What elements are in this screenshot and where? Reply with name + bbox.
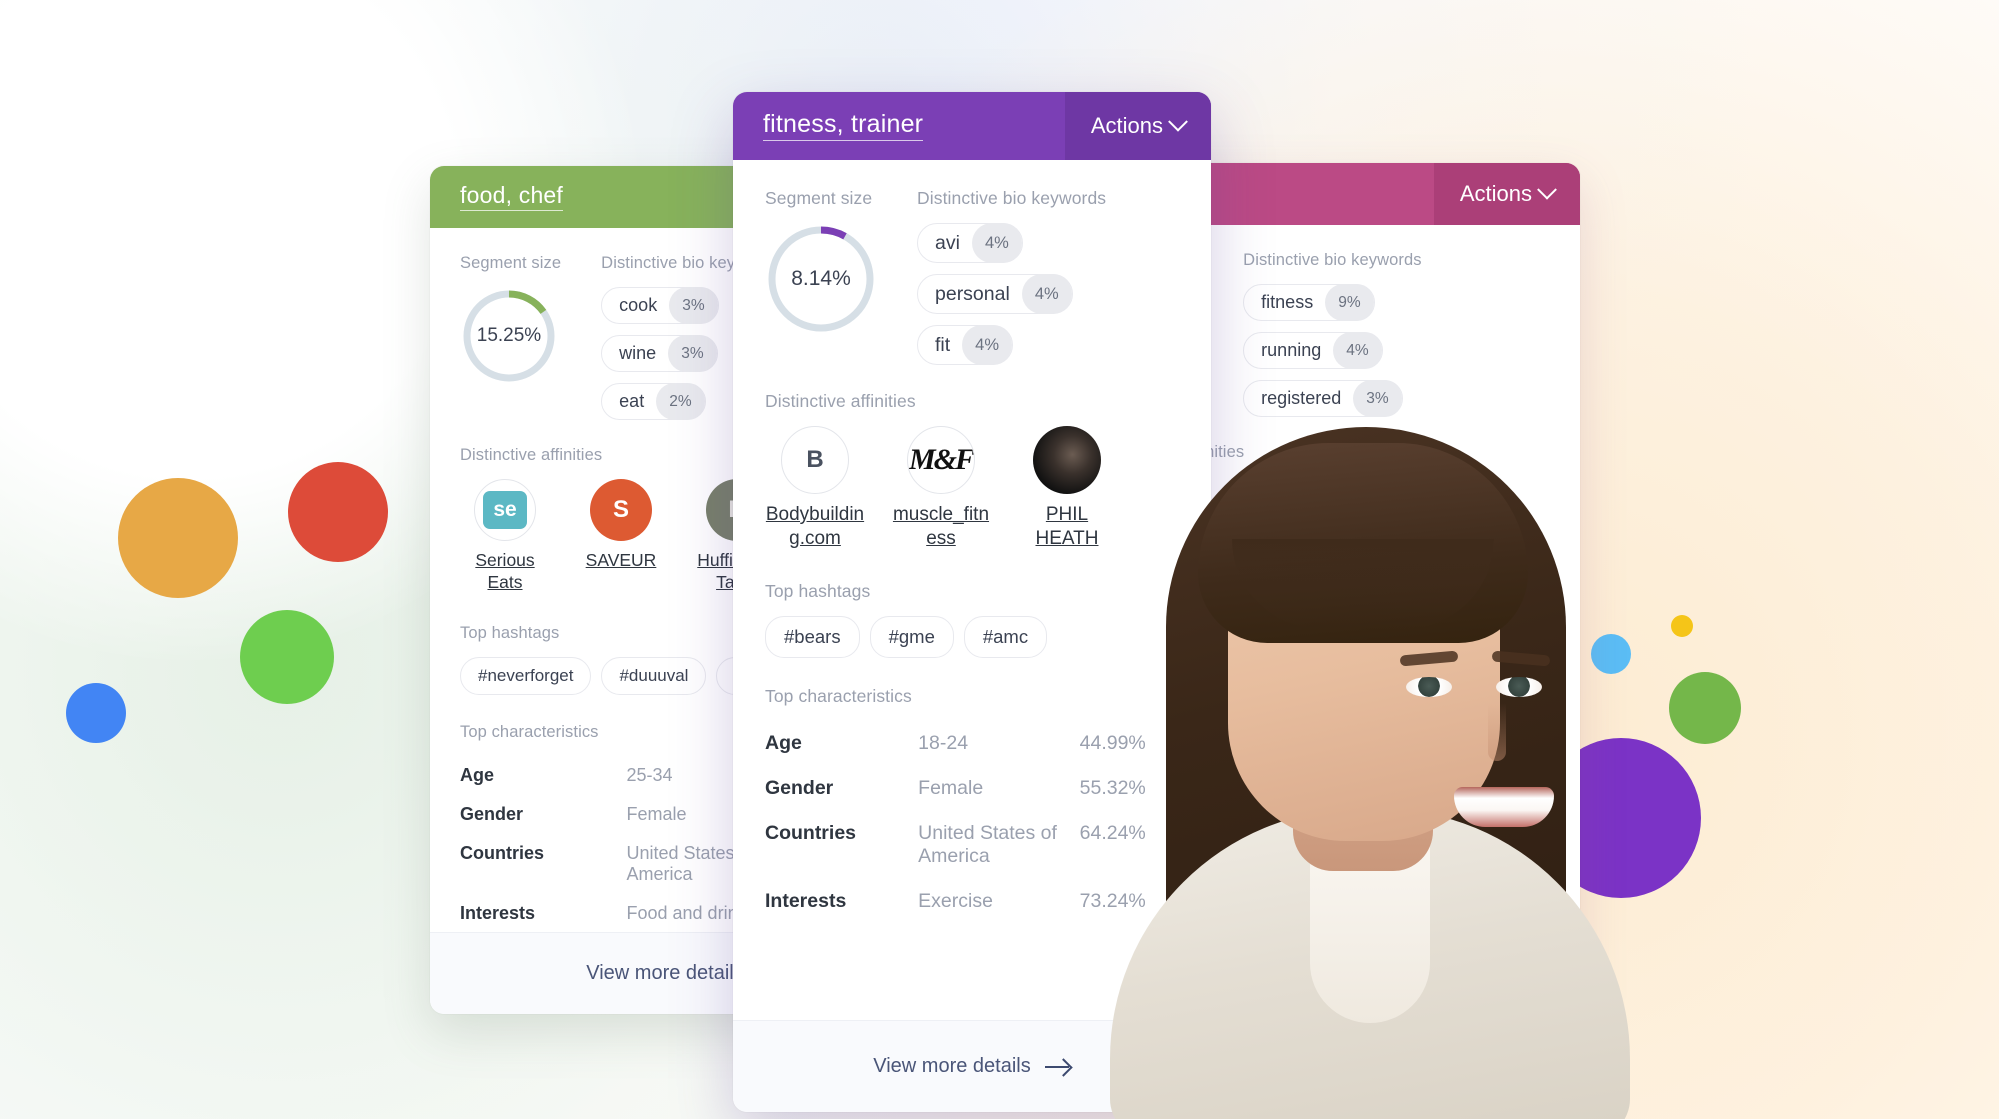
affinity-name[interactable]: Bodybuilding.com	[765, 503, 865, 551]
actions-label: Actions	[1090, 113, 1163, 138]
affinities-label: Distinctive affinities	[765, 391, 916, 411]
person-eyebrow-left	[1399, 650, 1459, 667]
green-dot	[240, 610, 334, 704]
actions-dropdown-button[interactable]: Actions	[1064, 92, 1211, 160]
card-title: food, chef	[460, 183, 564, 211]
bio-keyword-pill[interactable]: eat 2%	[601, 383, 706, 420]
segment-size-value: 15.25%	[476, 325, 542, 346]
characteristic-value: Female	[918, 776, 984, 799]
characteristic-key: Countries	[460, 842, 545, 863]
view-more-details-label: View more details	[586, 962, 744, 984]
hashtag-pill[interactable]: #duuuval	[601, 656, 707, 695]
segment-size-label: Segment size	[765, 188, 873, 208]
bio-keyword-percent: 3%	[1353, 380, 1402, 417]
bio-keyword-percent: 9%	[1325, 284, 1374, 321]
affinity-name[interactable]: SAVEUR	[576, 550, 666, 572]
characteristic-value: United States of America	[918, 821, 1057, 867]
bio-keyword-percent: 4%	[962, 325, 1013, 365]
bio-keyword-word: fit	[935, 333, 951, 356]
affinity-item[interactable]: S SAVEUR	[576, 479, 666, 594]
characteristic-value: Exercise	[918, 889, 993, 912]
green-dot-right	[1669, 672, 1741, 744]
bio-keyword-percent: 4%	[1333, 332, 1382, 369]
characteristic-key: Countries	[765, 821, 857, 844]
overview-row: Segment size 8.14% Distinctive bio keyword…	[765, 188, 1179, 365]
bio-keyword-pill[interactable]: personal 4%	[917, 274, 1073, 314]
actions-label: Actions	[1459, 181, 1532, 206]
affinity-name[interactable]: Serious Eats	[460, 550, 550, 594]
bio-keywords-label: Distinctive bio keywords	[917, 188, 1107, 208]
bio-keyword-pill[interactable]: cook 3%	[601, 287, 719, 324]
serious-eats-logo: se	[474, 479, 536, 541]
characteristic-key: Gender	[460, 803, 524, 824]
view-more-details-label: View more details	[873, 1055, 1031, 1077]
affinity-item[interactable]: se Serious Eats	[460, 479, 550, 594]
bio-keyword-word: running	[1261, 340, 1322, 360]
orange-dot-large	[118, 478, 238, 598]
card-title: fitness, trainer	[763, 111, 924, 141]
person-mouth	[1454, 787, 1554, 827]
page-root: food, chef Actions Segment size 15.25% Disti…	[0, 0, 1999, 1119]
characteristic-key: Gender	[765, 776, 834, 799]
segment-size-value: 8.14%	[791, 267, 851, 290]
bio-keyword-pill[interactable]: avi 4%	[917, 223, 1023, 263]
saveur-logo: S	[590, 479, 652, 541]
affinity-item[interactable]: B Bodybuilding.com	[765, 426, 865, 551]
bio-keywords-block: Distinctive bio keywords fitness 9% running…	[1243, 251, 1422, 417]
hashtag-pill[interactable]: #gme	[869, 615, 954, 658]
segment-size-block: Segment size 8.14%	[765, 188, 877, 365]
segment-size-block: Segment size 15.25%	[460, 254, 561, 420]
yellow-dot	[1671, 615, 1693, 637]
bio-keywords-block: Distinctive bio keywords avi 4% personal 4% f…	[917, 188, 1106, 365]
bio-keyword-percent: 2%	[656, 383, 705, 420]
bio-keyword-word: personal	[935, 282, 1010, 305]
person-hair-front	[1198, 443, 1528, 643]
segment-size-donut: 15.25%	[460, 287, 558, 385]
bio-keyword-word: avi	[935, 231, 960, 254]
bio-keyword-percent: 4%	[1021, 274, 1072, 314]
bio-keywords-list: avi 4% personal 4% fit 4%	[917, 223, 1106, 365]
characteristic-key: Age	[765, 731, 802, 754]
arrow-right-icon	[1044, 1059, 1071, 1075]
affinity-item[interactable]: M&F muscle_fitness	[891, 426, 991, 551]
characteristic-key: Interests	[765, 889, 847, 912]
bio-keyword-pill[interactable]: fitness 9%	[1243, 284, 1375, 321]
person-eye-right	[1496, 677, 1542, 697]
chevron-down-icon	[1168, 111, 1188, 132]
bio-keyword-pill[interactable]: fit 4%	[917, 325, 1014, 365]
blue-dot	[66, 683, 126, 743]
bio-keyword-pill[interactable]: running 4%	[1243, 332, 1383, 369]
bio-keyword-percent: 4%	[971, 223, 1022, 263]
bio-keyword-percent: 3%	[669, 287, 718, 324]
actions-dropdown-button[interactable]: Actions	[1433, 163, 1580, 225]
characteristic-key: Interests	[460, 902, 536, 923]
bio-keywords-list: fitness 9% running 4% registered 3%	[1243, 284, 1421, 417]
affinity-name[interactable]: muscle_fitness	[891, 503, 991, 551]
person-eye-left	[1406, 677, 1452, 697]
muscle-fitness-logo: M&F	[907, 426, 975, 494]
bio-keyword-pill[interactable]: registered 3%	[1243, 380, 1403, 417]
hashtag-pill[interactable]: #amc	[963, 615, 1048, 658]
bio-keyword-percent: 3%	[668, 335, 717, 372]
hero-person-photo	[1088, 419, 1648, 1119]
characteristic-value: 18-24	[918, 731, 969, 754]
chevron-down-icon	[1537, 179, 1557, 200]
segment-size-donut: 8.14%	[765, 223, 877, 335]
bio-keywords-label: Distinctive bio keywords	[1243, 251, 1422, 269]
segment-size-label: Segment size	[460, 254, 562, 272]
bio-keyword-word: fitness	[1261, 292, 1314, 312]
bio-keyword-word: registered	[1261, 388, 1342, 408]
bio-keyword-word: eat	[619, 391, 645, 411]
red-dot	[288, 462, 388, 562]
bio-keyword-word: cook	[619, 295, 658, 315]
hashtag-pill[interactable]: #bears	[765, 615, 860, 658]
person-nose	[1488, 703, 1506, 761]
bio-keyword-pill[interactable]: wine 3%	[601, 335, 718, 372]
bio-keyword-word: wine	[619, 343, 657, 363]
characteristic-key: Age	[460, 764, 495, 785]
bodybuilding-logo: B	[781, 426, 849, 494]
card-header: fitness, trainer Actions	[733, 92, 1211, 160]
hashtag-pill[interactable]: #neverforget	[460, 656, 592, 695]
